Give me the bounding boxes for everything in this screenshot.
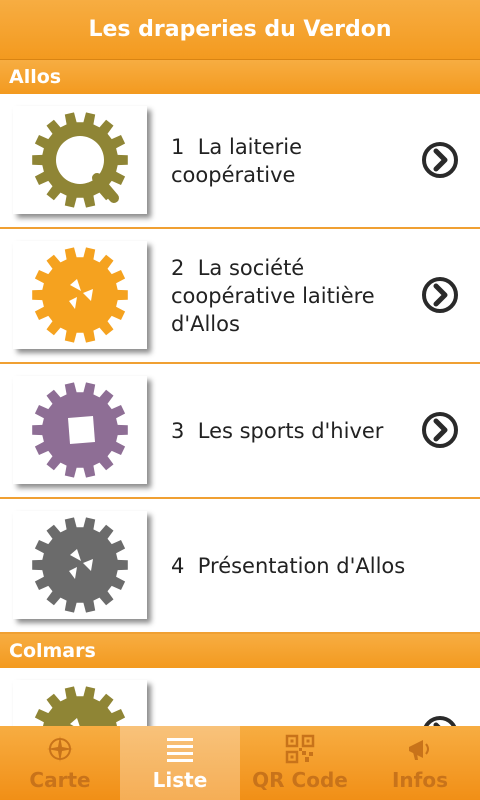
item-thumbnail <box>13 106 147 214</box>
gear-icon <box>32 247 128 343</box>
list-icon <box>167 738 193 762</box>
item-title-text: Les sports d'hiver <box>197 418 384 443</box>
gear-icon <box>32 382 128 478</box>
chevron-right-circle-icon[interactable] <box>420 140 460 180</box>
list-item[interactable]: 2 La société coopérative laitière d'Allo… <box>0 229 480 364</box>
item-title-text: La laiterie coopérative <box>171 134 303 187</box>
tab-label: Liste <box>152 768 208 792</box>
app-title: Les draperies du Verdon <box>88 17 392 42</box>
item-thumbnail <box>13 241 147 349</box>
list-item[interactable]: 3 Les sports d'hiver <box>0 364 480 499</box>
poi-list[interactable]: Allos 1 La laiterie coopérative 2 La soc… <box>0 60 480 726</box>
gear-icon <box>34 686 126 726</box>
tab-carte[interactable]: Carte <box>0 726 120 800</box>
tab-bar: Carte Liste QR Code Infos <box>0 726 480 800</box>
item-number: 4 <box>171 553 185 578</box>
section-header: Colmars <box>0 634 480 668</box>
item-title-text: Présentation d'Allos <box>197 553 406 578</box>
item-title: 1 La laiterie coopérative <box>171 94 411 227</box>
item-title: 4 Présentation d'Allos <box>171 499 411 632</box>
qr-code-icon <box>285 734 315 764</box>
tab-liste[interactable]: Liste <box>120 726 240 800</box>
item-thumbnail <box>13 680 147 726</box>
chevron-right-circle-icon[interactable] <box>420 275 460 315</box>
megaphone-icon <box>409 740 429 760</box>
tab-qr-code[interactable]: QR Code <box>240 726 360 800</box>
app-title-bar: Les draperies du Verdon <box>0 0 480 60</box>
chevron-right-circle-icon[interactable] <box>420 410 460 450</box>
item-title-text: La société coopérative laitière d'Allos <box>171 255 375 336</box>
tab-label: QR Code <box>252 768 348 792</box>
chevron-right-circle-icon[interactable] <box>420 714 460 726</box>
compass-icon <box>47 736 73 762</box>
item-number: 1 <box>171 134 185 159</box>
item-number: 2 <box>171 255 185 280</box>
tab-label: Infos <box>391 768 449 792</box>
item-title: 3 Les sports d'hiver <box>171 364 411 497</box>
magnifier-gear-icon <box>32 112 128 208</box>
item-thumbnail <box>13 511 147 619</box>
list-item[interactable]: 4 Présentation d'Allos <box>0 499 480 634</box>
list-item[interactable] <box>0 668 480 726</box>
item-title: 2 La société coopérative laitière d'Allo… <box>171 229 411 362</box>
gear-icon <box>32 517 128 613</box>
item-thumbnail <box>13 376 147 484</box>
tab-infos[interactable]: Infos <box>360 726 480 800</box>
item-number: 3 <box>171 418 185 443</box>
tab-label: Carte <box>29 768 91 792</box>
section-header: Allos <box>0 60 480 94</box>
list-item[interactable]: 1 La laiterie coopérative <box>0 94 480 229</box>
